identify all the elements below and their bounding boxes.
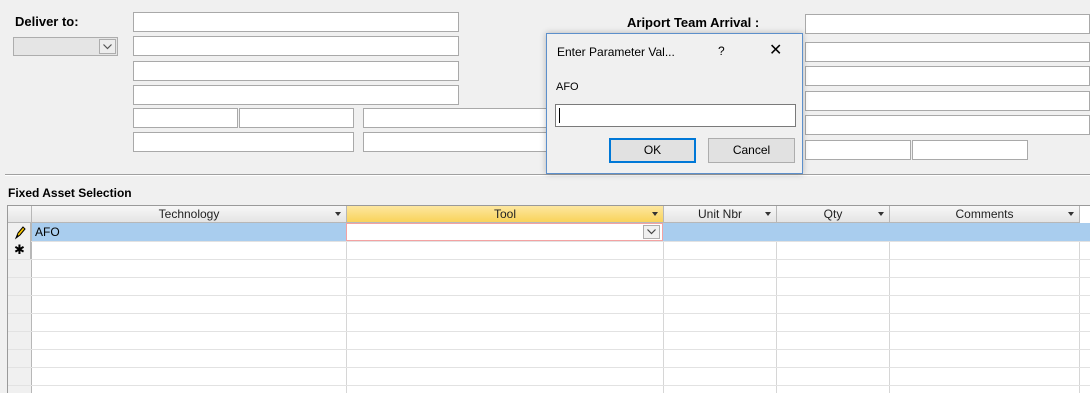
technology-cell[interactable]: AFO xyxy=(35,223,60,241)
zip-field[interactable] xyxy=(363,108,548,128)
arrival-field-2[interactable] xyxy=(805,42,1090,62)
arrival-field-7[interactable] xyxy=(912,140,1028,160)
select-all-corner[interactable] xyxy=(8,206,32,223)
row-selector[interactable] xyxy=(8,223,31,241)
close-icon[interactable]: ✕ xyxy=(769,40,782,60)
row-line xyxy=(8,385,1090,386)
new-row-selector[interactable]: ✱ xyxy=(8,241,31,259)
column-header-technology[interactable]: Technology xyxy=(32,206,347,223)
city-field[interactable] xyxy=(133,108,238,128)
column-header-tool-label: Tool xyxy=(493,207,516,221)
row-line xyxy=(8,259,1090,260)
row-line xyxy=(8,331,1090,332)
row-line xyxy=(8,349,1090,350)
sort-dropdown-icon[interactable] xyxy=(765,212,771,216)
deliver-to-label: Deliver to: xyxy=(15,14,79,29)
arrival-field-6[interactable] xyxy=(805,140,911,160)
cancel-button[interactable]: Cancel xyxy=(708,138,795,163)
arrival-field-5[interactable] xyxy=(805,115,1090,135)
arrival-field-4[interactable] xyxy=(805,91,1090,111)
chevron-down-icon[interactable] xyxy=(99,39,116,54)
arrival-field-1[interactable] xyxy=(805,14,1090,34)
text-caret xyxy=(559,108,560,123)
row-line xyxy=(8,277,1090,278)
fixed-asset-grid[interactable]: Technology Tool Unit Nbr Qty Comments AF… xyxy=(7,205,1090,393)
chevron-down-icon[interactable] xyxy=(643,225,660,239)
sort-dropdown-icon[interactable] xyxy=(335,212,341,216)
column-header-qty-label: Qty xyxy=(823,207,843,221)
sort-dropdown-icon[interactable] xyxy=(652,212,658,216)
column-header-comments-label: Comments xyxy=(955,207,1014,221)
airport-team-arrival-label: Ariport Team Arrival : xyxy=(627,15,760,30)
sort-dropdown-icon[interactable] xyxy=(878,212,884,216)
deliver-to-combo[interactable] xyxy=(13,37,118,56)
row-line xyxy=(8,313,1090,314)
address-line-2[interactable] xyxy=(133,36,459,56)
row-line xyxy=(8,367,1090,368)
row-line xyxy=(8,241,1090,242)
pencil-icon xyxy=(14,226,26,240)
address-line-3[interactable] xyxy=(133,61,459,81)
dialog-title: Enter Parameter Val... xyxy=(557,45,675,59)
ok-button[interactable]: OK xyxy=(609,138,696,163)
column-header-technology-label: Technology xyxy=(158,207,220,221)
section-divider-highlight xyxy=(5,175,1090,176)
row-line xyxy=(8,295,1090,296)
column-header-unit-nbr-label: Unit Nbr xyxy=(697,207,742,221)
column-header-comments[interactable]: Comments xyxy=(890,206,1080,223)
address-line-1[interactable] xyxy=(133,12,459,32)
phone-field[interactable] xyxy=(133,132,354,152)
contact-field[interactable] xyxy=(363,132,548,152)
fixed-asset-selection-title: Fixed Asset Selection xyxy=(8,186,132,200)
column-header-tool[interactable]: Tool xyxy=(347,206,664,223)
new-row-asterisk-icon: ✱ xyxy=(14,242,25,257)
parameter-value-input[interactable] xyxy=(555,104,796,127)
address-line-4[interactable] xyxy=(133,85,459,105)
column-header-qty[interactable]: Qty xyxy=(777,206,890,223)
column-header-unit-nbr[interactable]: Unit Nbr xyxy=(664,206,777,223)
arrival-field-3[interactable] xyxy=(805,66,1090,86)
tool-combo-cell[interactable] xyxy=(346,223,663,241)
state-field[interactable] xyxy=(239,108,354,128)
sort-dropdown-icon[interactable] xyxy=(1068,212,1074,216)
enter-parameter-dialog[interactable]: Enter Parameter Val... ? ✕ AFO OK Cancel xyxy=(546,33,803,174)
help-button[interactable]: ? xyxy=(718,44,725,58)
parameter-prompt: AFO xyxy=(556,81,579,93)
